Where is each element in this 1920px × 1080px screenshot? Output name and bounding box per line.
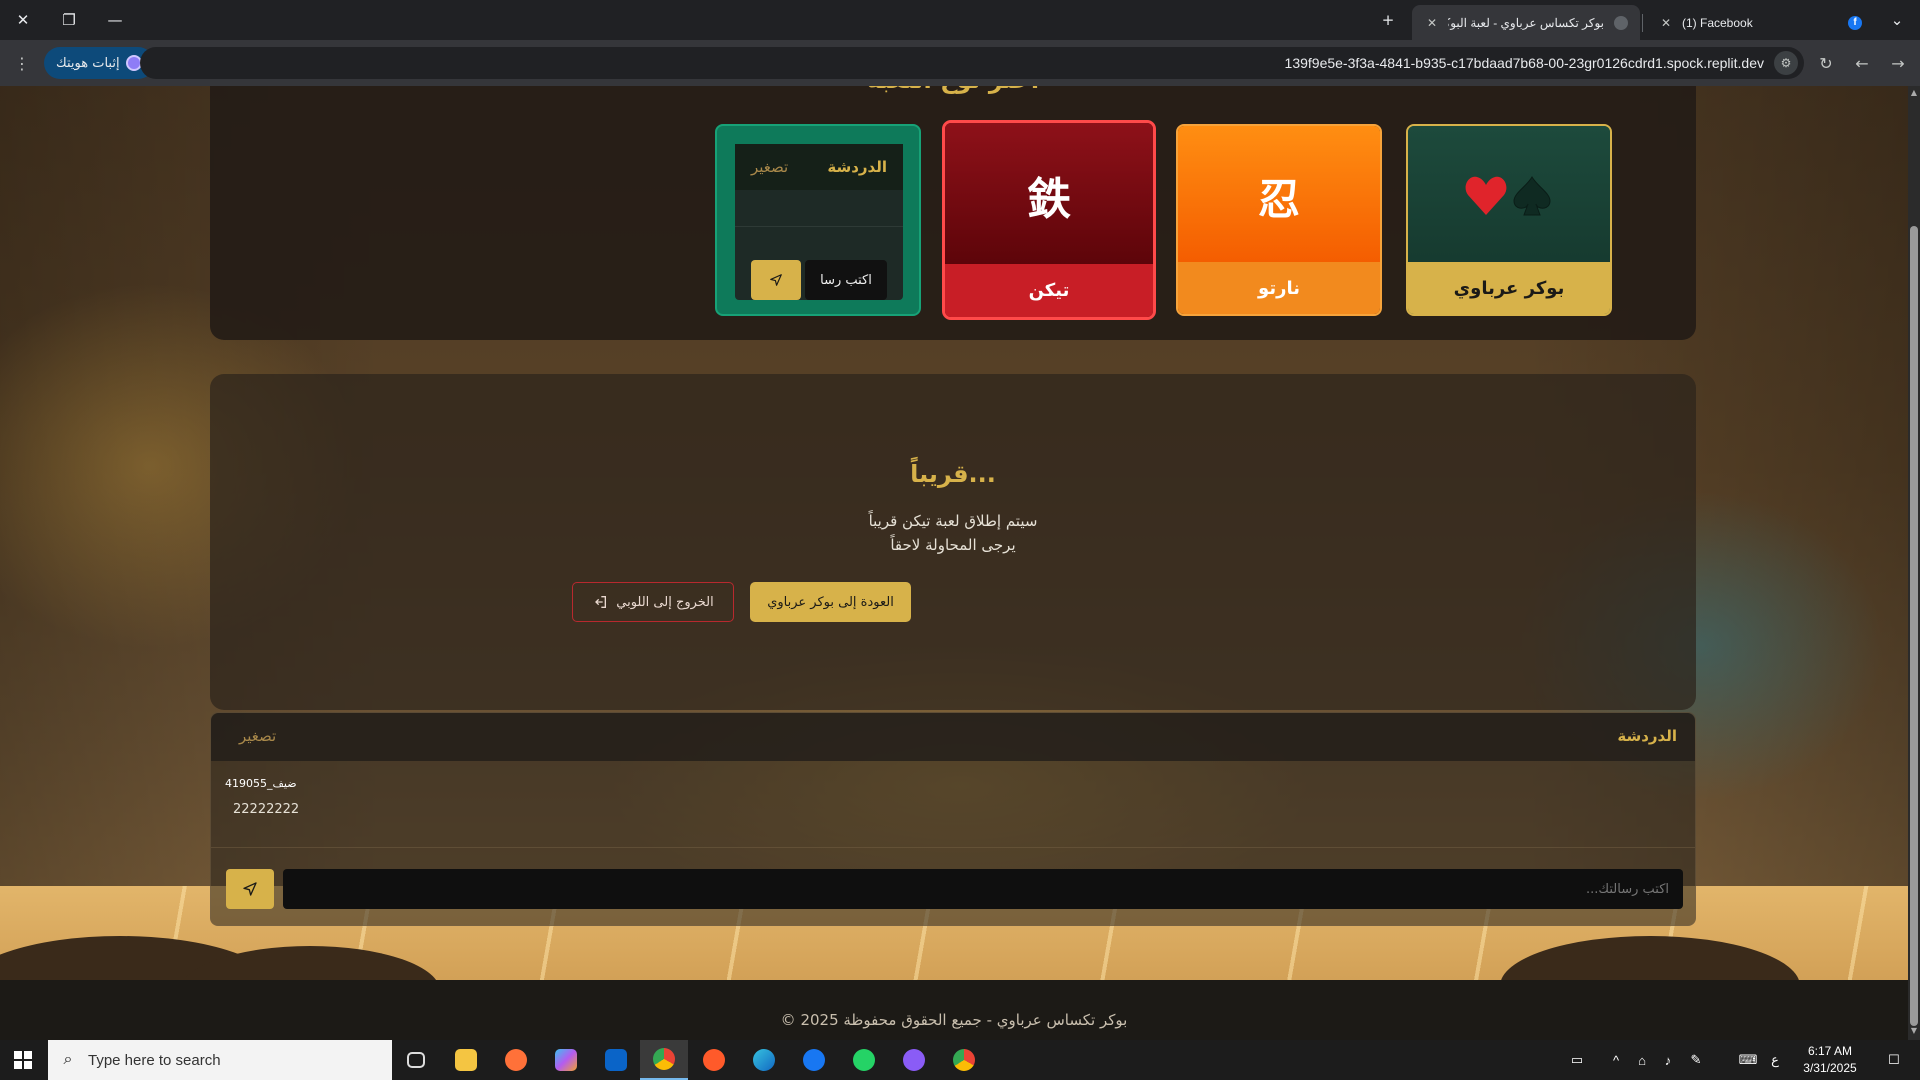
tab-facebook[interactable]: ✕ (1) Facebook f: [1646, 5, 1874, 40]
whatsapp-icon[interactable]: [840, 1040, 888, 1080]
coming-soon-note: يرجى المحاولة لاحقاً: [890, 536, 1016, 554]
naruto-glyph: 忍: [1178, 126, 1380, 266]
exit-icon: [595, 596, 607, 608]
tab-divider: [1642, 14, 1643, 32]
game-select-panel: اختر نوع اللعبة بوكر عرباوي 忍 نارتو 鉄 تي…: [210, 86, 1696, 340]
task-view-icon[interactable]: [392, 1040, 440, 1080]
chat-panel: الدردشة تصغير ضيف_419055 22222222: [210, 712, 1696, 926]
tab-poker[interactable]: ✕ بوكر تكساس عرباوي - لعبة البوكر: [1412, 5, 1640, 40]
firefox-icon[interactable]: [492, 1040, 540, 1080]
keyboard-layout-icon[interactable]: ▭: [1560, 1040, 1594, 1080]
mini-chat-minimize-button[interactable]: تصغير: [751, 158, 788, 176]
card-suits-icon: [1408, 126, 1610, 266]
copilot-icon[interactable]: [542, 1040, 590, 1080]
tekken-glyph: 鉄: [945, 123, 1153, 267]
scroll-down-icon[interactable]: ▼: [1908, 1026, 1920, 1036]
edge-icon[interactable]: [740, 1040, 788, 1080]
site-settings-icon[interactable]: ⚙: [1774, 51, 1798, 75]
notifications-icon[interactable]: ☐: [1874, 1040, 1914, 1080]
chat-title: الدردشة: [1617, 727, 1677, 745]
windows-taskbar: ⌕ Type here to search ▭ ^ ⌂ ♪ ✎ ⌨ ع 6:17…: [0, 1040, 1920, 1080]
close-tab-icon[interactable]: ✕: [1424, 15, 1440, 31]
store-icon[interactable]: [592, 1040, 640, 1080]
back-icon[interactable]: ←: [1848, 49, 1876, 77]
back-to-poker-button[interactable]: العودة إلى بوكر عرباوي: [750, 582, 911, 622]
card-label: بوكر عرباوي: [1408, 262, 1610, 314]
mini-chat-header: الدردشة تصغير: [735, 144, 903, 190]
chat-message-text: 22222222: [233, 802, 300, 817]
game-card-tekken[interactable]: 鉄 تيكن: [942, 120, 1156, 320]
footer-copyright: © 2025 بوكر تكساس عرباوي - جميع الحقوق م…: [780, 1011, 1128, 1029]
close-window-icon[interactable]: ✕: [0, 0, 46, 40]
minimize-window-icon[interactable]: —: [92, 0, 138, 40]
page-viewport: اختر نوع اللعبة بوكر عرباوي 忍 نارتو 鉄 تي…: [0, 86, 1908, 1040]
taskbar-clock[interactable]: 6:17 AM 3/31/2025: [1790, 1040, 1870, 1080]
send-icon: [243, 882, 257, 896]
coming-soon-panel: قريباً... سيتم إطلاق لعبة تيكن قريباً ير…: [210, 374, 1696, 710]
verify-identity-button[interactable]: إثبات هويتك: [44, 47, 154, 79]
chrome-icon[interactable]: [640, 1040, 688, 1080]
facebook-favicon-icon: f: [1848, 15, 1862, 30]
forward-icon[interactable]: →: [1884, 49, 1912, 77]
firefox-dev-icon[interactable]: [690, 1040, 738, 1080]
game-card-poker[interactable]: بوكر عرباوي: [1406, 124, 1612, 316]
touch-keyboard-icon[interactable]: ⌨: [1736, 1040, 1760, 1080]
network-icon[interactable]: ⌂: [1630, 1040, 1654, 1080]
input-language[interactable]: ع: [1764, 1040, 1786, 1080]
volume-icon[interactable]: ♪: [1656, 1040, 1680, 1080]
facebook-icon[interactable]: [790, 1040, 838, 1080]
clock-time: 6:17 AM: [1807, 1044, 1853, 1058]
divider: [211, 847, 1695, 848]
chat-minimize-button[interactable]: تصغير: [239, 727, 276, 745]
chat-header: الدردشة تصغير: [211, 713, 1695, 761]
send-icon: [770, 274, 782, 286]
card-label: نارتو: [1178, 262, 1380, 314]
close-tab-icon[interactable]: ✕: [1658, 15, 1674, 31]
mini-chat-send-button[interactable]: [751, 260, 801, 300]
new-tab-button[interactable]: +: [1366, 0, 1410, 40]
url-text: 139f9e5e-3f3a-4841-b935-c17bdaad7b68-00-…: [1284, 55, 1764, 71]
scroll-up-icon[interactable]: ▲: [1908, 88, 1920, 98]
tab-title: بوكر تكساس عرباوي - لعبة البوكر: [1448, 15, 1604, 30]
mini-chat-window: الدردشة تصغير اكتب رسا: [735, 144, 903, 300]
card-label: تيكن: [945, 264, 1153, 317]
mini-chat-input[interactable]: اكتب رسا: [805, 260, 887, 300]
chat-message-user: ضيف_419055: [225, 777, 297, 790]
pen-icon[interactable]: ✎: [1684, 1040, 1708, 1080]
chrome-profile-icon[interactable]: [940, 1040, 988, 1080]
start-button[interactable]: [0, 1040, 46, 1080]
taskbar-search[interactable]: ⌕ Type here to search: [48, 1040, 392, 1080]
clock-date: 3/31/2025: [1803, 1061, 1857, 1075]
windows-logo-icon: [14, 1051, 32, 1069]
site-favicon-icon: [1614, 15, 1628, 30]
game-card-naruto[interactable]: 忍 نارتو: [1176, 124, 1382, 316]
scrollbar-thumb[interactable]: [1910, 226, 1918, 1026]
tab-title: (1) Facebook: [1682, 15, 1753, 30]
messenger-icon[interactable]: [890, 1040, 938, 1080]
browser-toolbar: ⋮ إثبات هويتك ☆ 139f9e5e-3f3a-4841-b935-…: [0, 40, 1920, 86]
more-menu-icon[interactable]: ⋮: [8, 49, 36, 77]
chat-message-input[interactable]: [283, 869, 1683, 909]
search-icon: ⌕: [63, 1051, 73, 1068]
mini-chat-title: الدردشة: [827, 158, 887, 176]
reload-icon[interactable]: ↻: [1812, 49, 1840, 77]
coming-soon-title: قريباً...: [910, 460, 996, 488]
coming-soon-message: سيتم إطلاق لعبة تيكن قريباً: [868, 512, 1038, 530]
restore-window-icon[interactable]: ❐: [46, 0, 92, 40]
heart-spade-icon: [1465, 176, 1551, 216]
browser-tab-bar: ✕ ❐ — + ✕ بوكر تكساس عرباوي - لعبة البوك…: [0, 0, 1920, 40]
divider: [735, 226, 903, 227]
game-select-heading: اختر نوع اللعبة: [210, 86, 1696, 94]
exit-to-lobby-button[interactable]: الخروج إلى اللوبي: [572, 582, 734, 622]
page-scrollbar[interactable]: ▲ ▼: [1908, 86, 1920, 1040]
mini-chat-card[interactable]: الدردشة تصغير اكتب رسا: [715, 124, 921, 316]
address-bar[interactable]: 139f9e5e-3f3a-4841-b935-c17bdaad7b68-00-…: [140, 47, 1804, 79]
show-hidden-icons-icon[interactable]: ^: [1606, 1040, 1626, 1080]
file-explorer-icon[interactable]: [442, 1040, 490, 1080]
tab-search-icon[interactable]: ⌄: [1874, 0, 1920, 40]
chat-send-button[interactable]: [226, 869, 274, 909]
